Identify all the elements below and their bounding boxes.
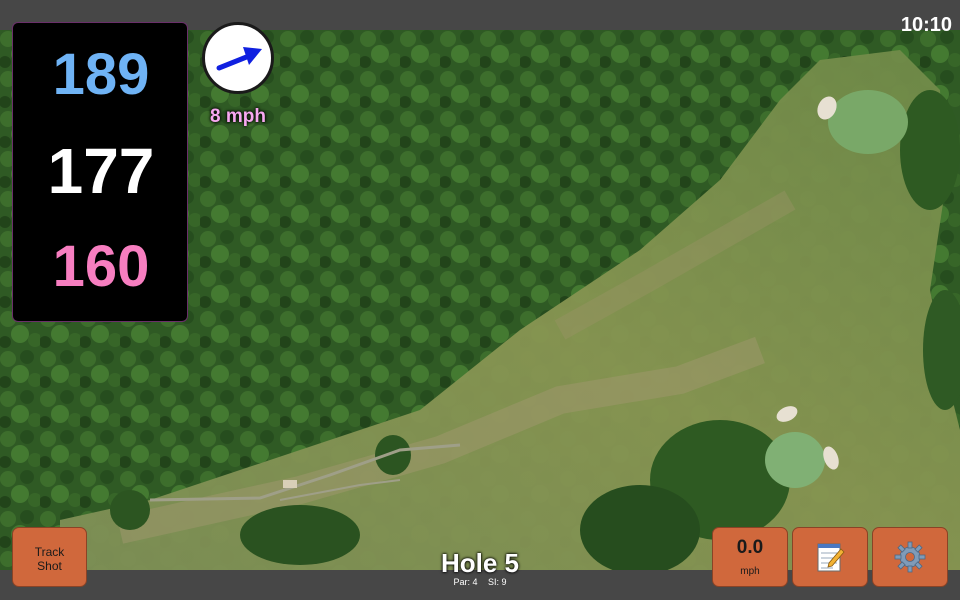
- golf-gps-screen: 10:10 189 177 160 8 mph Track Shot Hole …: [0, 0, 960, 600]
- speed-unit: mph: [740, 566, 760, 577]
- wind-speed: 8 mph: [210, 106, 266, 127]
- notes-button[interactable]: [792, 527, 868, 587]
- front-yardage: 160: [52, 234, 150, 299]
- middle-yardage: 177: [47, 135, 155, 207]
- track-shot-label-line1: Track: [34, 545, 65, 559]
- speed-button[interactable]: 0.0 mph: [712, 527, 788, 587]
- track-shot-button[interactable]: Track Shot: [12, 527, 87, 587]
- gear-icon: [894, 541, 926, 573]
- yardage-panel: 189 177 160: [12, 22, 188, 322]
- clock: 10:10: [900, 14, 952, 36]
- back-yardage: 189: [52, 42, 150, 107]
- notepad-icon: [817, 543, 845, 572]
- wind-direction-badge: [202, 22, 274, 94]
- hole-info: Par: 4 SI: 9: [380, 577, 580, 587]
- hole-stroke-index: SI: 9: [488, 577, 507, 587]
- hole-title: Hole 5: [440, 548, 520, 578]
- track-shot-label-line2: Shot: [37, 559, 62, 573]
- settings-button[interactable]: [872, 527, 948, 587]
- speed-value: 0.0: [736, 537, 764, 558]
- hole-par: Par: 4: [453, 577, 478, 587]
- wind-arrow-icon: [216, 47, 262, 71]
